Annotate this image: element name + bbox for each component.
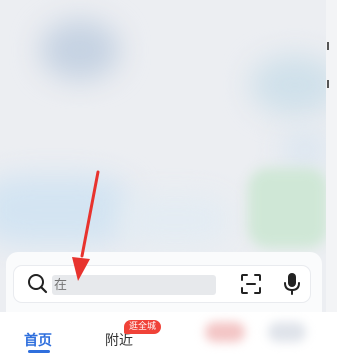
tab-home[interactable]: 首页 [24,330,52,350]
background-blur [0,175,130,245]
active-tab-indicator [28,350,50,353]
background-blur [250,55,337,115]
search-icon[interactable] [26,272,50,296]
blurred-tab[interactable] [205,322,245,342]
scan-icon[interactable] [240,273,262,295]
background-card-blur [248,168,328,248]
edge-strip [326,0,337,360]
edge-mark [327,42,329,50]
search-input[interactable] [52,275,216,295]
nearby-badge: 逛全城 [124,320,162,334]
microphone-icon[interactable] [283,272,301,296]
background-blur [40,20,120,80]
edge-mark [327,80,329,88]
background-blur [120,195,230,245]
blurred-tab[interactable] [268,322,306,342]
background-blur [280,130,330,170]
